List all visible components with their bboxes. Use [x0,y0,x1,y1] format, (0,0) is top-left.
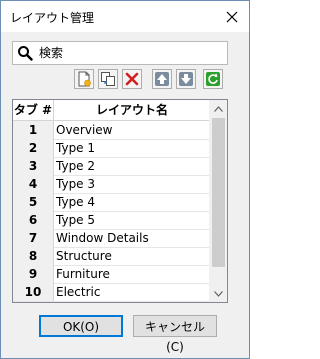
close-button[interactable] [215,1,249,32]
layout-name[interactable]: Overview [56,121,206,139]
layout-name[interactable]: Type 4 [56,193,206,211]
scroll-thumb[interactable] [212,118,225,267]
table-header: タブ # レイアウト名 [13,100,210,121]
table-row[interactable]: 10 Electric [13,283,210,302]
table-row[interactable]: 4 Type 3 [13,175,210,194]
search-box[interactable] [12,41,228,65]
table-row[interactable]: 6 Type 5 [13,211,210,230]
close-icon [226,11,238,22]
layout-name[interactable]: Electric [56,283,206,301]
layout-name[interactable]: Type 5 [56,211,206,229]
row-number: 5 [13,193,54,211]
cancel-button[interactable]: キャンセル(C) [133,315,217,354]
move-up-button[interactable] [152,69,172,89]
row-number: 2 [13,139,54,157]
table-row[interactable]: 1 Overview [13,121,210,140]
table-row[interactable]: 3 Type 2 [13,157,210,176]
vertical-scrollbar[interactable] [209,100,227,302]
title-bar: レイアウト管理 [1,1,249,32]
layout-name[interactable]: Furniture [56,265,206,283]
new-document-icon [78,71,91,87]
new-layout-button[interactable] [74,69,94,89]
row-number: 9 [13,265,54,283]
layout-name[interactable]: Type 1 [56,139,206,157]
layout-name[interactable]: Window Details [56,229,206,247]
chevron-down-icon [214,290,223,297]
refresh-button[interactable] [203,69,223,89]
table-row[interactable]: 5 Type 4 [13,193,210,212]
row-number: 4 [13,175,54,193]
chevron-up-icon [214,105,223,112]
table-row[interactable]: 7 Window Details [13,229,210,248]
layout-manager-dialog: レイアウト管理 検索 タブ # レイアウト名 1 Overview 2 Type… [0,0,250,359]
dialog-title: レイアウト管理 [10,11,95,25]
layout-name[interactable]: Structure [56,247,206,265]
row-number: 3 [13,157,54,175]
ok-button[interactable]: OK(O) [39,315,123,337]
table-row[interactable]: 8 Structure [13,247,210,266]
layout-table: タブ # レイアウト名 1 Overview 2 Type 1 3 Type 2… [12,99,228,303]
copy-layout-button[interactable] [98,69,118,89]
layout-name[interactable]: Type 2 [56,157,206,175]
search-input[interactable] [39,43,223,63]
refresh-green-icon [206,72,220,86]
row-number: 10 [13,283,54,301]
delete-layout-button[interactable] [122,69,142,89]
copy-icon [101,72,115,86]
column-header-layout-name[interactable]: レイアウト名 [54,100,210,120]
delete-red-x-icon [125,72,139,86]
scroll-up-button[interactable] [210,100,227,117]
magnifier-icon [18,46,33,61]
arrow-up-icon [155,72,169,86]
arrow-down-icon [179,72,193,86]
row-number: 1 [13,121,54,139]
scroll-down-button[interactable] [210,285,227,302]
move-down-button[interactable] [176,69,196,89]
column-header-tab-number[interactable]: タブ # [13,100,54,120]
table-row[interactable]: 2 Type 1 [13,139,210,158]
layout-name[interactable]: Type 3 [56,175,206,193]
row-number: 7 [13,229,54,247]
row-number: 8 [13,247,54,265]
row-number: 6 [13,211,54,229]
table-row[interactable]: 9 Furniture [13,265,210,284]
